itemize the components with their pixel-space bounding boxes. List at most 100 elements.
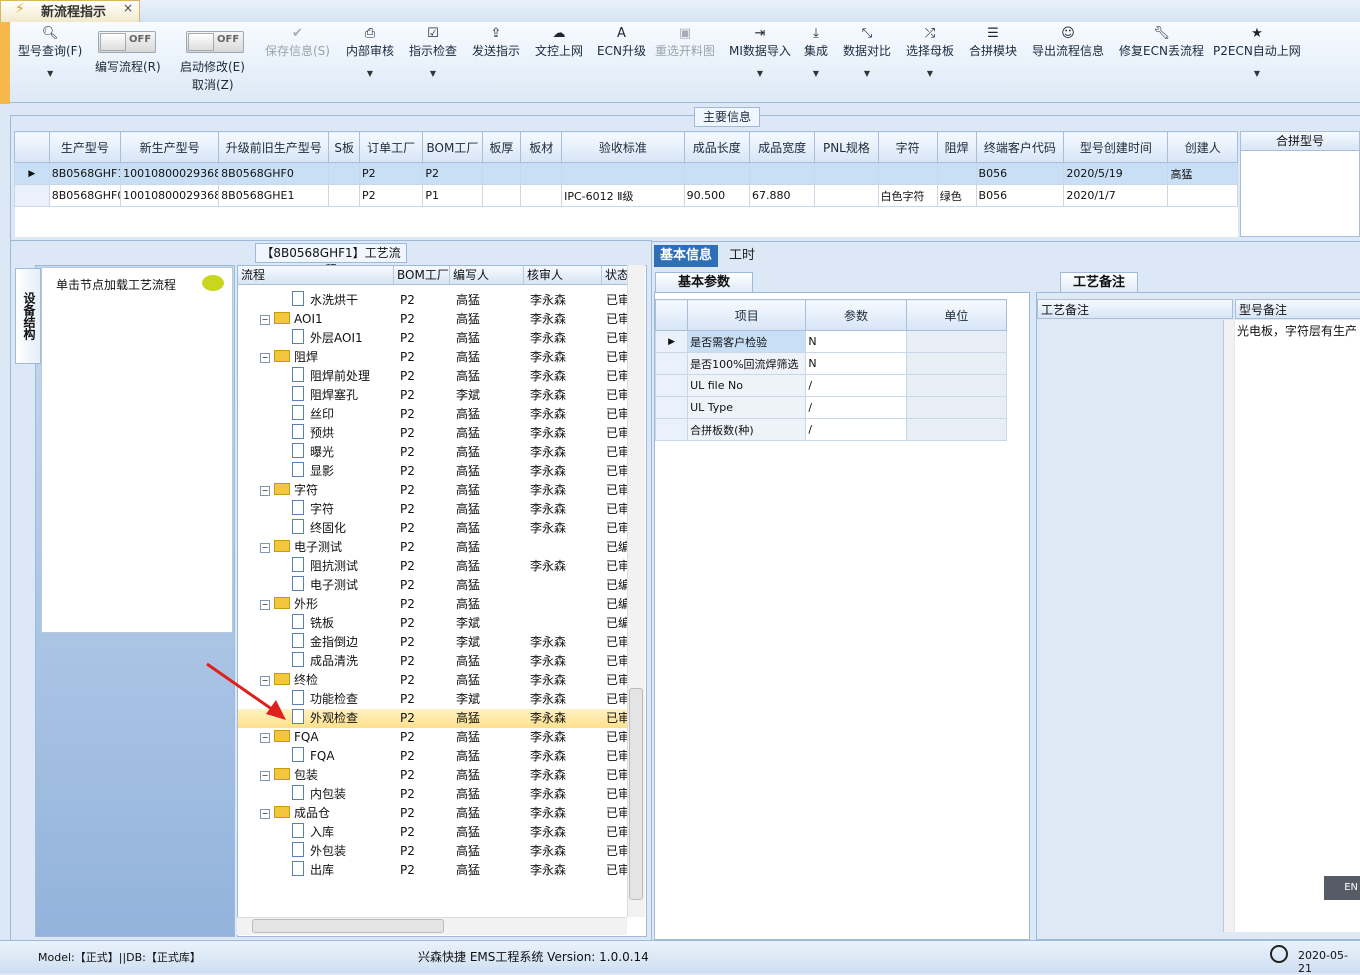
close-icon[interactable]: ×	[123, 1, 133, 15]
column-header[interactable]: BOM工厂	[422, 131, 483, 163]
table-cell[interactable]	[481, 184, 522, 207]
table-cell[interactable]: P2	[422, 162, 483, 185]
model-notes-text[interactable]: 光电板，字符层有生产	[1235, 320, 1360, 932]
notes-scrollbar[interactable]	[1224, 320, 1234, 932]
table-cell[interactable]: 8B0568GHF0	[48, 184, 122, 207]
collapse-icon[interactable]: −	[260, 353, 270, 363]
p2ecn-button[interactable]: ★ P2ECN自动上网 ▼	[1213, 26, 1301, 78]
process-step[interactable]: 预烘 P2 高猛 李永森 已审	[238, 424, 630, 443]
table-cell[interactable]: 90.500	[683, 184, 750, 207]
table-cell[interactable]: B056	[975, 184, 1065, 207]
param-row[interactable]: 合拼板数(种) /	[654, 418, 1008, 441]
column-header[interactable]: 板材	[520, 131, 563, 163]
table-cell[interactable]: IPC-6012 Ⅱ级	[561, 184, 685, 207]
row-selector[interactable]	[14, 184, 50, 207]
process-step[interactable]: 曝光 P2 高猛 李永森 已审	[238, 443, 630, 462]
instruction-check-button[interactable]: ☑ 指示检查 ▼	[409, 26, 457, 78]
chevron-down-icon[interactable]: ▼	[346, 69, 394, 78]
table-cell[interactable]: 2020/1/7	[1063, 184, 1169, 207]
scroll-thumb[interactable]	[629, 688, 643, 900]
table-cell[interactable]	[328, 162, 361, 185]
process-step[interactable]: 丝印 P2 高猛 李永森 已审	[238, 405, 630, 424]
auto-modify-toggle[interactable]: OFF	[186, 31, 244, 53]
param-value[interactable]: /	[805, 396, 907, 419]
table-cell[interactable]	[748, 162, 816, 185]
merge-module-button[interactable]: ☰ 合拼模块	[969, 26, 1017, 59]
row-selector[interactable]	[654, 374, 689, 397]
table-cell[interactable]	[561, 162, 685, 185]
param-column-header[interactable]: 单位	[905, 299, 1008, 331]
equipment-structure-tab[interactable]: 设备结构	[15, 268, 41, 364]
process-step[interactable]: 外观检查 P2 高猛 李永森 已审	[238, 709, 630, 728]
process-notes-area[interactable]	[1037, 320, 1224, 932]
param-row[interactable]: 是否100%回流焊筛选 N	[654, 352, 1008, 375]
process-step[interactable]: 内包装 P2 高猛 李永森 已审	[238, 785, 630, 804]
table-cell[interactable]: B056	[975, 162, 1065, 185]
table-cell[interactable]: 8B0568GHF0	[218, 162, 330, 185]
column-header[interactable]: 阻焊	[936, 131, 977, 163]
collapse-icon[interactable]: −	[260, 543, 270, 553]
process-step[interactable]: 电子测试 − P2 高猛 已编	[238, 538, 630, 557]
chevron-down-icon[interactable]: ▼	[1213, 69, 1301, 78]
language-indicator[interactable]: EN	[1324, 876, 1360, 900]
chevron-down-icon[interactable]: ▼	[906, 69, 954, 78]
process-step[interactable]: 外包装 P2 高猛 李永森 已审	[238, 842, 630, 861]
process-step[interactable]: 包装 − P2 高猛 李永森 已审	[238, 766, 630, 785]
column-header[interactable]: 创建人	[1167, 131, 1238, 163]
table-cell[interactable]	[683, 162, 750, 185]
collapse-icon[interactable]: −	[260, 600, 270, 610]
table-cell[interactable]	[328, 184, 361, 207]
collapse-icon[interactable]: −	[260, 315, 270, 325]
table-cell[interactable]	[520, 184, 563, 207]
table-row[interactable]: 8B0568GHF0 10010800029368 8B0568GHE1 P2 P1 IP…	[14, 184, 1238, 207]
column-header[interactable]: 订单工厂	[359, 131, 424, 163]
table-cell[interactable]: 10010800029368	[120, 184, 220, 207]
chevron-down-icon[interactable]: ▼	[729, 69, 791, 78]
column-header[interactable]: 升级前旧生产型号	[218, 131, 330, 163]
process-step[interactable]: 外形 − P2 高猛 已编	[238, 595, 630, 614]
cancel-label[interactable]: 取消(Z)	[192, 76, 234, 93]
process-step[interactable]: 字符 − P2 高猛 李永森 已审	[238, 481, 630, 500]
table-cell[interactable]: 白色字符	[877, 184, 938, 207]
export-flow-button[interactable]: ☺ 导出流程信息	[1032, 26, 1104, 59]
table-cell[interactable]	[814, 184, 879, 207]
table-cell[interactable]: 67.880	[748, 184, 816, 207]
process-step[interactable]: 电子测试 P2 高猛 已编	[238, 576, 630, 595]
process-step[interactable]: 水洗烘干 P2 高猛 李永森 已审	[238, 291, 630, 310]
table-cell[interactable]: 高猛	[1167, 162, 1238, 185]
table-cell[interactable]: 绿色	[936, 184, 977, 207]
table-cell[interactable]: 2020/5/19	[1063, 162, 1169, 185]
save-button[interactable]: ✔ 保存信息(S)	[265, 26, 330, 59]
param-row[interactable]: ▶ 是否需客户检验 N	[654, 330, 1008, 353]
doc-upload-button[interactable]: ☁ 文控上网	[535, 26, 583, 59]
tab-work-hours[interactable]: 工时	[722, 245, 762, 267]
chevron-down-icon[interactable]: ▼	[804, 69, 828, 78]
param-value[interactable]: N	[805, 352, 907, 375]
process-step[interactable]: 阻焊 − P2 高猛 李永森 已审	[238, 348, 630, 367]
integrate-button[interactable]: ⤓ 集成 ▼	[804, 26, 828, 78]
process-column-header[interactable]: 编写人	[450, 266, 524, 285]
table-cell[interactable]	[814, 162, 879, 185]
process-step[interactable]: FQA − P2 高猛 李永森 已审	[238, 728, 630, 747]
ecn-upgrade-button[interactable]: A ECN升级	[597, 26, 646, 59]
load-hint-box[interactable]: 单击节点加载工艺流程	[41, 267, 233, 633]
row-selector[interactable]	[654, 418, 689, 441]
scroll-thumb[interactable]	[252, 919, 444, 933]
row-selector[interactable]	[654, 396, 689, 419]
table-cell[interactable]	[1167, 184, 1238, 207]
chevron-down-icon[interactable]: ▼	[409, 69, 457, 78]
table-cell[interactable]: P2	[359, 184, 424, 207]
row-selector[interactable]: ▶	[14, 162, 50, 185]
table-cell[interactable]: 10010800029368	[120, 162, 220, 185]
process-step[interactable]: 外层AOI1 P2 高猛 李永森 已审	[238, 329, 630, 348]
chevron-down-icon[interactable]: ▼	[843, 69, 891, 78]
process-step[interactable]: 功能检查 P2 李斌 李永森 已审	[238, 690, 630, 709]
table-cell[interactable]: 8B0568GHF1	[48, 162, 122, 185]
table-row[interactable]: ▶ 8B0568GHF1 10010800029368 8B0568GHF0 P2 P2 B…	[14, 162, 1238, 185]
table-cell[interactable]: P1	[422, 184, 483, 207]
reselect-chart-button[interactable]: ▣ 重选开料图	[655, 26, 715, 59]
process-step[interactable]: 入库 P2 高猛 李永森 已审	[238, 823, 630, 842]
column-header[interactable]: 板厚	[481, 131, 522, 163]
column-header[interactable]: 型号创建时间	[1063, 131, 1169, 163]
column-header[interactable]: S板	[328, 131, 361, 163]
